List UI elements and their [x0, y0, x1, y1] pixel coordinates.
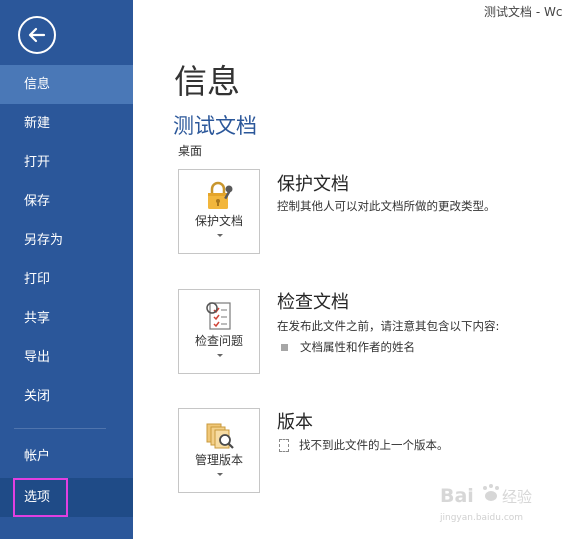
- check-for-issues-button[interactable]: 检查问题: [178, 289, 260, 374]
- bullet-icon: [281, 344, 288, 351]
- sidebar-item-export[interactable]: 导出: [0, 338, 133, 377]
- protect-document-title: 保护文档: [277, 174, 349, 195]
- watermark-suffix: 经验: [502, 488, 532, 506]
- watermark: Bai 经验 jingyan.baidu.com: [438, 478, 548, 524]
- versions-description: 找不到此文件的上一个版本。: [299, 438, 449, 452]
- sidebar-item-close[interactable]: 关闭: [0, 377, 133, 416]
- manage-versions-icon: [206, 423, 234, 449]
- backstage-sidebar: 信息 新建 打开 保存 另存为 打印 共享 导出 关闭 帐户 选项: [0, 0, 133, 539]
- sidebar-item-print[interactable]: 打印: [0, 260, 133, 299]
- sidebar-item-new[interactable]: 新建: [0, 104, 133, 143]
- document-icon: [279, 439, 289, 452]
- list-item-text: 文档属性和作者的姓名: [300, 340, 415, 354]
- document-name: 测试文档: [173, 114, 257, 138]
- manage-versions-button[interactable]: 管理版本: [178, 408, 260, 493]
- check-for-issues-tile-label: 检查问题: [194, 334, 243, 348]
- chevron-down-icon: [217, 354, 223, 357]
- back-button[interactable]: [18, 16, 56, 54]
- list-item: 文档属性和作者的姓名: [281, 339, 415, 355]
- sidebar-item-open[interactable]: 打开: [0, 143, 133, 182]
- sidebar-item-info[interactable]: 信息: [0, 65, 133, 104]
- sidebar-item-share[interactable]: 共享: [0, 299, 133, 338]
- inspect-document-icon: [206, 302, 231, 330]
- lock-key-icon: [208, 181, 233, 209]
- versions-description-row: 找不到此文件的上一个版本。: [279, 437, 449, 453]
- versions-title: 版本: [277, 412, 313, 433]
- sidebar-divider: [14, 428, 106, 429]
- protect-document-button[interactable]: 保护文档: [178, 169, 260, 254]
- chevron-down-icon: [217, 234, 223, 237]
- page-title: 信息: [174, 62, 240, 101]
- sidebar-item-account[interactable]: 帐户: [0, 437, 133, 476]
- document-path: 桌面: [178, 144, 203, 158]
- manage-versions-tile-label: 管理版本: [194, 453, 243, 467]
- protect-document-tile-label: 保护文档: [194, 214, 243, 228]
- inspect-document-description: 在发布此文件之前，请注意其包含以下内容:: [277, 319, 500, 333]
- chevron-down-icon: [217, 473, 223, 476]
- highlight-annotation-box: [13, 478, 68, 517]
- window-title: 测试文档 - Wc: [484, 5, 563, 19]
- baidu-paw-logo: Bai 经验 jingyan.baidu.com: [439, 484, 532, 523]
- sidebar-item-save-as[interactable]: 另存为: [0, 221, 133, 260]
- watermark-brand: Bai: [440, 485, 474, 507]
- protect-document-description: 控制其他人可以对此文档所做的更改类型。: [277, 199, 496, 213]
- back-arrow-icon: [28, 27, 46, 43]
- inspect-document-title: 检查文档: [277, 292, 349, 313]
- watermark-url: jingyan.baidu.com: [439, 513, 523, 523]
- sidebar-item-save[interactable]: 保存: [0, 182, 133, 221]
